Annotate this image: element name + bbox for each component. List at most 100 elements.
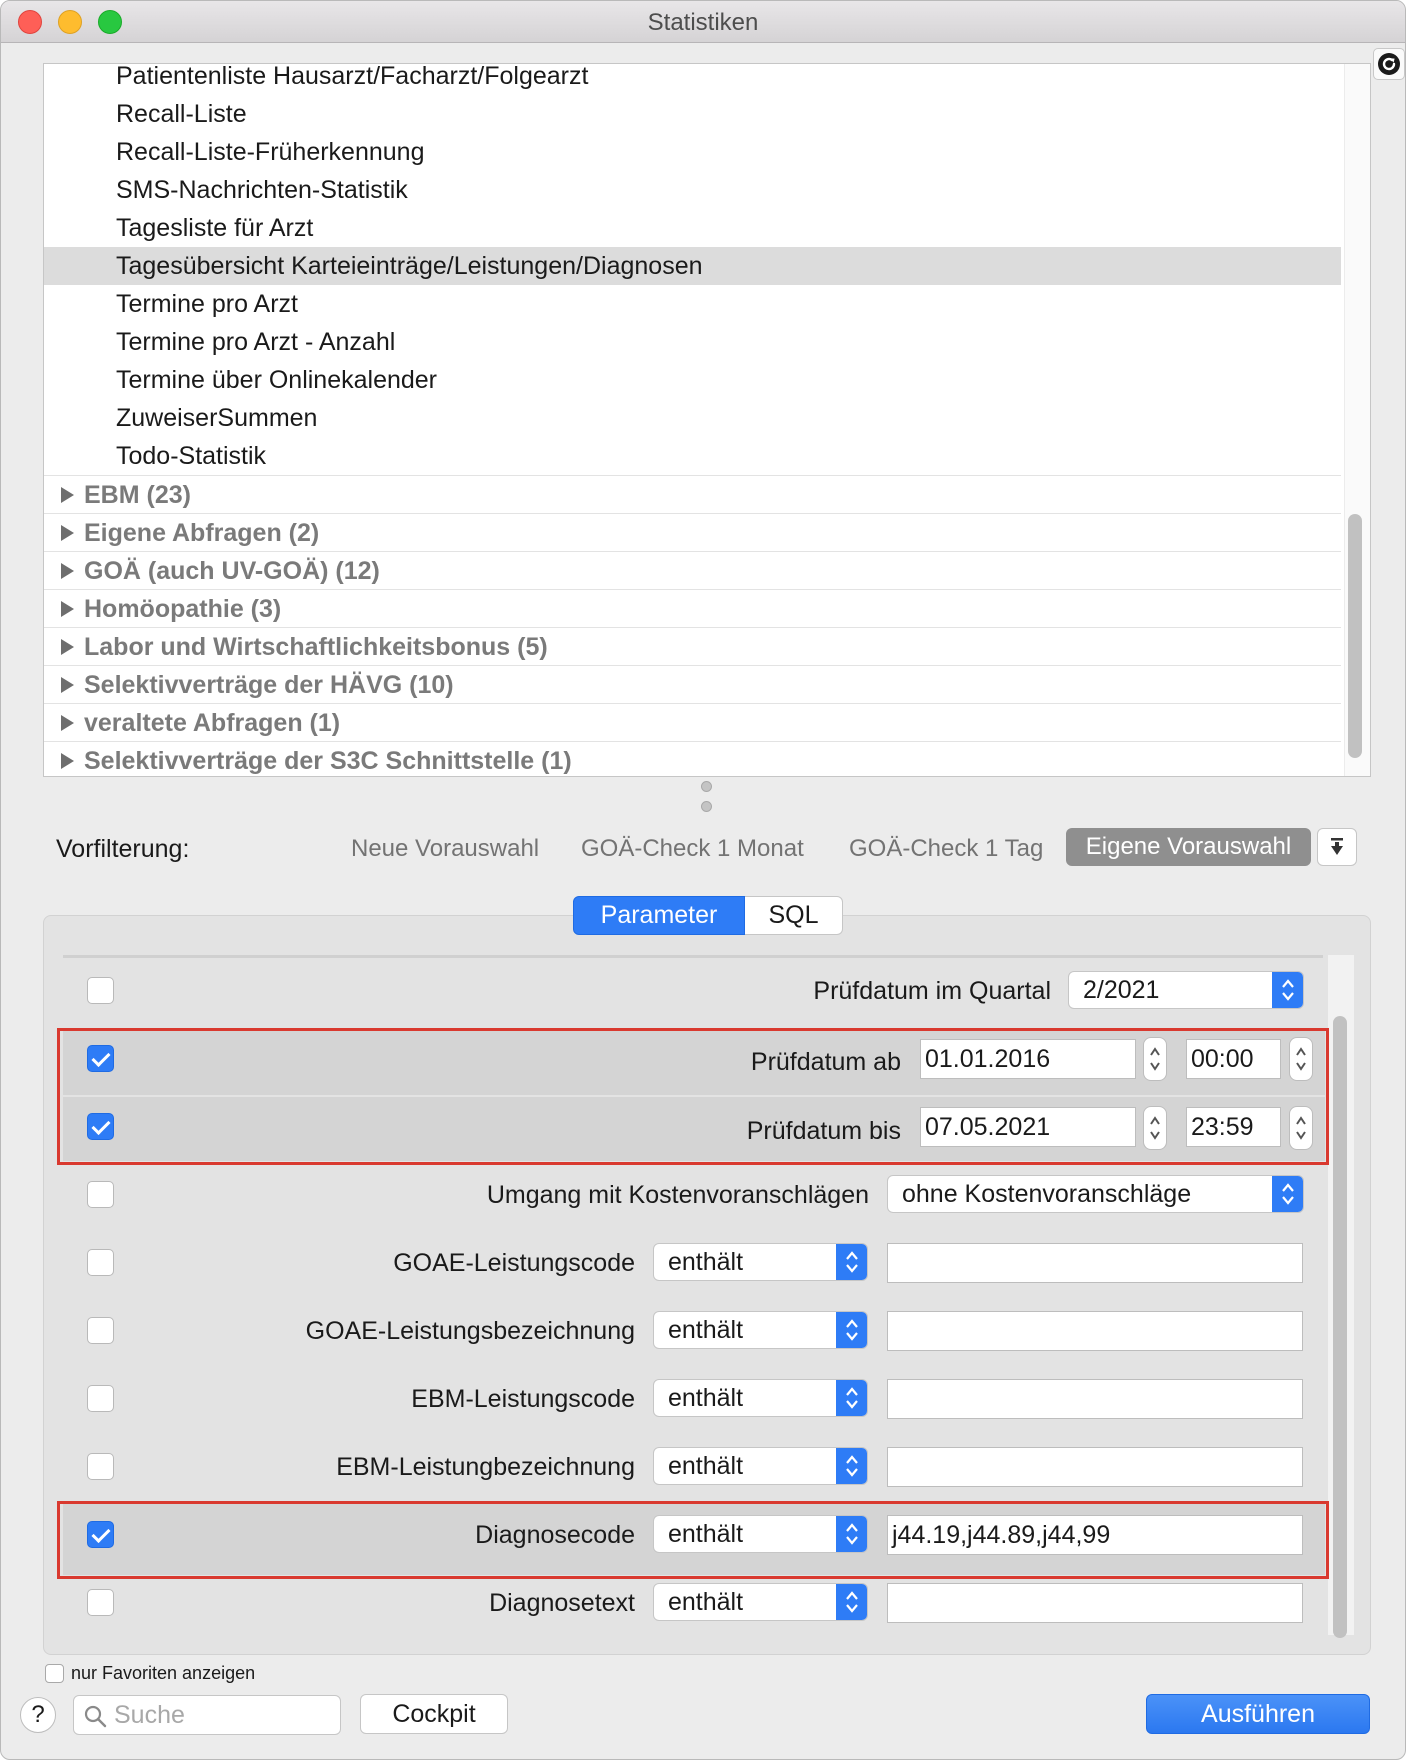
tree-scrollbar-thumb[interactable] (1348, 514, 1362, 758)
tree-group[interactable]: Selektivverträge der HÄVG (10) (44, 665, 1341, 703)
cost-estimates-checkbox[interactable] (87, 1181, 114, 1208)
quarter-checkbox[interactable] (87, 977, 114, 1004)
tree-group-label: Homöopathie (3) (84, 595, 282, 623)
tree-group[interactable]: EBM (23) (44, 475, 1341, 513)
diagnosis-text-checkbox[interactable] (87, 1589, 114, 1616)
goae-description-label: GOAE-Leistungsbezeichnung (305, 1317, 635, 1345)
goae-code-label: GOAE-Leistungscode (393, 1249, 635, 1277)
prefilter-option[interactable]: GOÄ-Check 1 Monat (581, 835, 804, 863)
tree-item[interactable]: ZuweiserSummen (44, 399, 1341, 437)
favorites-only-checkbox[interactable] (45, 1664, 64, 1683)
tab-parameter[interactable]: Parameter (573, 896, 745, 935)
tree-group[interactable]: Labor und Wirtschaftlichkeitsbonus (5) (44, 627, 1341, 665)
disclosure-triangle-icon[interactable] (61, 525, 74, 541)
cost-estimates-label: Umgang mit Kostenvoranschlägen (486, 1181, 869, 1209)
ebm-code-operator: enthält (668, 1384, 744, 1412)
window-title: Statistiken (647, 9, 759, 36)
diagnosis-code-highlight (57, 1501, 1329, 1579)
tree-item[interactable]: Todo-Statistik (44, 437, 1341, 475)
search-field[interactable] (73, 1695, 341, 1735)
disclosure-triangle-icon[interactable] (61, 715, 74, 731)
parameter-scrollbar-thumb[interactable] (1333, 1016, 1347, 1638)
ebm-description-operator: enthält (668, 1452, 744, 1480)
ebm-code-label: EBM-Leistungscode (411, 1385, 635, 1413)
quarter-select[interactable]: 2/2021 (1068, 971, 1304, 1009)
disclosure-triangle-icon[interactable] (61, 487, 74, 503)
ebm-description-value-field[interactable] (887, 1447, 1303, 1487)
ebm-description-checkbox[interactable] (87, 1453, 114, 1480)
updown-arrows-icon (1272, 1176, 1303, 1212)
date-range-highlight (57, 1028, 1329, 1165)
disclosure-triangle-icon[interactable] (61, 601, 74, 617)
updown-arrows-icon (836, 1244, 867, 1280)
cost-estimates-value: ohne Kostenvoranschläge (902, 1180, 1192, 1208)
goae-code-operator-select[interactable]: enthält (653, 1243, 868, 1281)
updown-arrows-icon (836, 1380, 867, 1416)
title-bar: Statistiken (1, 1, 1405, 43)
tree-item[interactable]: Tagesliste für Arzt (44, 209, 1341, 247)
favorites-only-label: nur Favoriten anzeigen (71, 1663, 256, 1683)
ebm-code-operator-select[interactable]: enthält (653, 1379, 868, 1417)
tree-item[interactable]: Termine pro Arzt - Anzahl (44, 323, 1341, 361)
ebm-description-label: EBM-Leistungbezeichnung (336, 1453, 635, 1481)
tree-group-label: veraltete Abfragen (1) (84, 709, 341, 737)
goae-description-value-field[interactable] (887, 1311, 1303, 1351)
updown-arrows-icon (836, 1448, 867, 1484)
help-button[interactable]: ? (20, 1697, 56, 1733)
cockpit-button[interactable]: Cockpit (360, 1694, 508, 1734)
search-icon (84, 1705, 107, 1728)
diagnosis-text-value-field[interactable] (887, 1583, 1303, 1623)
search-input[interactable] (114, 1696, 334, 1734)
prefilter-option[interactable]: GOÄ-Check 1 Tag (849, 835, 1043, 863)
tree-group[interactable]: Homöopathie (3) (44, 589, 1341, 627)
refresh-button[interactable] (1373, 48, 1405, 80)
quarter-value: 2/2021 (1083, 976, 1160, 1004)
tree-item[interactable]: Recall-Liste-Früherkennung (44, 133, 1341, 171)
goae-code-operator: enthält (668, 1248, 744, 1276)
disclosure-triangle-icon[interactable] (61, 753, 74, 769)
goae-description-checkbox[interactable] (87, 1317, 114, 1344)
goae-code-checkbox[interactable] (87, 1249, 114, 1276)
tree-group-label: Labor und Wirtschaftlichkeitsbonus (5) (84, 633, 548, 661)
tree-item[interactable]: Recall-Liste (44, 95, 1341, 133)
ebm-code-value-field[interactable] (887, 1379, 1303, 1419)
tree-group[interactable]: Eigene Abfragen (2) (44, 513, 1341, 551)
ebm-code-checkbox[interactable] (87, 1385, 114, 1412)
updown-arrows-icon (836, 1312, 867, 1348)
prefilter-option[interactable]: Neue Vorauswahl (351, 835, 539, 863)
goae-description-operator: enthält (668, 1316, 744, 1344)
tree-group-label: EBM (23) (84, 481, 191, 509)
tree-group[interactable]: Selektivverträge der S3C Schnittstelle (… (44, 741, 1341, 776)
tree-group-label: Selektivverträge der S3C Schnittstelle (… (84, 747, 572, 775)
prefilter-label: Vorfilterung: (56, 835, 190, 863)
tree-group-label: Selektivverträge der HÄVG (10) (84, 671, 454, 699)
statistics-window: Statistiken Patientenliste Hausarzt/Fach… (0, 0, 1406, 1760)
run-button[interactable]: Ausführen (1146, 1694, 1370, 1734)
tree-group[interactable]: GOÄ (auch UV-GOÄ) (12) (44, 551, 1341, 589)
goae-code-value-field[interactable] (887, 1243, 1303, 1283)
refresh-icon (1378, 53, 1400, 75)
prefilter-menu-button[interactable] (1317, 828, 1357, 866)
tree-item[interactable]: Termine pro Arzt (44, 285, 1341, 323)
splitter-handle[interactable] (701, 781, 712, 792)
tree-item[interactable]: Termine über Onlinekalender (44, 361, 1341, 399)
parameter-list-top-border (63, 955, 1323, 958)
prefilter-option-active[interactable]: Eigene Vorauswahl (1066, 828, 1311, 866)
disclosure-triangle-icon[interactable] (61, 677, 74, 693)
tree-item[interactable]: SMS-Nachrichten-Statistik (44, 171, 1341, 209)
statistics-tree[interactable]: Patientenliste Hausarzt/Facharzt/Folgear… (43, 63, 1371, 777)
tree-item[interactable]: Patientenliste Hausarzt/Facharzt/Folgear… (44, 64, 1341, 95)
disclosure-triangle-icon[interactable] (61, 563, 74, 579)
tab-sql[interactable]: SQL (745, 896, 843, 935)
cost-estimates-select[interactable]: ohne Kostenvoranschläge (887, 1175, 1304, 1213)
tree-item-selected[interactable]: Tagesübersicht Karteieinträge/Leistungen… (44, 247, 1341, 285)
diagnosis-text-operator-select[interactable]: enthält (653, 1583, 868, 1621)
updown-arrows-icon (1272, 972, 1303, 1008)
goae-description-operator-select[interactable]: enthält (653, 1311, 868, 1349)
tree-group[interactable]: veraltete Abfragen (1) (44, 703, 1341, 741)
disclosure-triangle-icon[interactable] (61, 639, 74, 655)
splitter-handle[interactable] (701, 801, 712, 812)
tree-group-label: Eigene Abfragen (2) (84, 519, 320, 547)
ebm-description-operator-select[interactable]: enthält (653, 1447, 868, 1485)
quarter-label: Prüfdatum im Quartal (813, 977, 1051, 1005)
